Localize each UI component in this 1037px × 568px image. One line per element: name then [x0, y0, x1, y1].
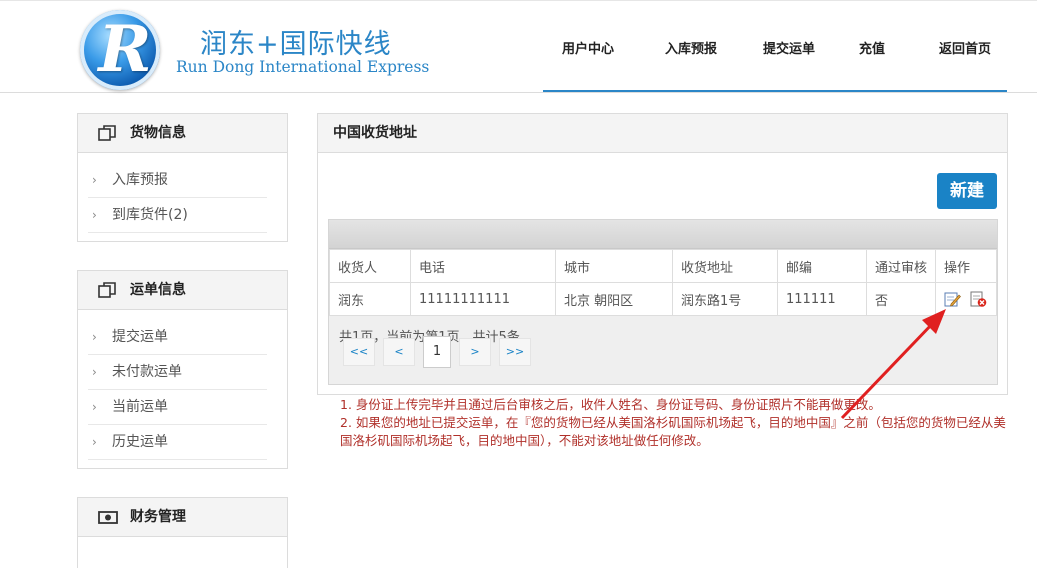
- sidebar-item-arrived[interactable]: › 到库货件(2): [88, 198, 267, 233]
- column-header: 收货人: [329, 249, 411, 283]
- sidebar-waybill-header: 运单信息: [78, 271, 287, 310]
- sidebar-item-unpaid[interactable]: › 未付款运单: [88, 355, 267, 390]
- address-table: 收货人 电话 城市 收货地址 邮编 通过审核 操作 润东 11111111111…: [329, 249, 997, 316]
- sidebar-finance-title: 财务管理: [130, 509, 186, 525]
- column-header: 操作: [935, 249, 997, 283]
- table-header-row: 收货人 电话 城市 收货地址 邮编 通过审核 操作: [329, 249, 997, 283]
- address-panel: 中国收货地址 新建 收货人 电话 城市 收货地址 邮编 通过审核 操作 润东 1…: [317, 113, 1008, 395]
- sidebar-item-submit-waybill[interactable]: › 提交运单: [88, 320, 267, 355]
- nav-recharge[interactable]: 充值: [847, 6, 897, 92]
- sidebar-item-label: 当前运单: [112, 399, 168, 415]
- nav-submit-waybill[interactable]: 提交运单: [749, 6, 829, 92]
- table-row: 润东 11111111111 北京 朝阳区 润东路1号 111111 否: [329, 282, 997, 316]
- copy-icon: [98, 282, 116, 298]
- sidebar-item-history[interactable]: › 历史运单: [88, 425, 267, 460]
- column-header: 城市: [555, 249, 673, 283]
- cell-name: 润东: [329, 282, 411, 316]
- brand-name-cn: 润东+国际快线: [200, 29, 392, 60]
- sidebar-finance-header: 财务管理: [78, 498, 287, 537]
- nav-user-center[interactable]: 用户中心: [553, 6, 623, 92]
- column-header: 电话: [410, 249, 556, 283]
- edit-icon[interactable]: [944, 291, 961, 307]
- table-toolbar: [329, 220, 997, 249]
- pagination-area: 共1页，当前为第1页，共计5条 << < 1 > >>: [329, 316, 997, 380]
- chevron-right-icon: ›: [92, 400, 97, 414]
- sidebar-finance: 财务管理: [77, 497, 288, 568]
- column-header: 收货地址: [672, 249, 778, 283]
- sidebar-item-current[interactable]: › 当前运单: [88, 390, 267, 425]
- sidebar-item-label: 提交运单: [112, 329, 168, 345]
- chevron-right-icon: ›: [92, 173, 97, 187]
- nav-active-underline: [543, 90, 1007, 92]
- nav-home[interactable]: 返回首页: [925, 6, 1005, 92]
- sidebar-goods: 货物信息 › 入库预报 › 到库货件(2): [77, 113, 288, 242]
- page-prev-button[interactable]: <: [383, 338, 415, 366]
- page-first-button[interactable]: <<: [343, 338, 375, 366]
- page-last-button[interactable]: >>: [499, 338, 531, 366]
- cell-zip: 111111: [777, 282, 867, 316]
- sidebar-waybill: 运单信息 › 提交运单 › 未付款运单 › 当前运单 › 历史运单: [77, 270, 288, 469]
- cell-phone: 11111111111: [410, 282, 556, 316]
- cell-actions: [935, 282, 997, 316]
- money-icon: [98, 511, 118, 524]
- sidebar-item-label: 未付款运单: [112, 364, 182, 380]
- chevron-right-icon: ›: [92, 330, 97, 344]
- chevron-right-icon: ›: [92, 365, 97, 379]
- new-address-button[interactable]: 新建: [937, 173, 997, 209]
- note-1: 1. 身份证上传完毕并且通过后台审核之后，收件人姓名、身份证号码、身份证照片不能…: [340, 397, 881, 412]
- column-header: 邮编: [777, 249, 867, 283]
- nav-inbound-forecast[interactable]: 入库预报: [651, 6, 731, 92]
- copy-icon: [98, 125, 116, 141]
- column-header: 通过审核: [865, 249, 937, 283]
- logo-letter: R: [98, 12, 152, 87]
- cell-address: 润东路1号: [672, 282, 778, 316]
- sidebar-item-label: 历史运单: [112, 434, 168, 450]
- sidebar-item-label: 入库预报: [112, 172, 168, 188]
- sidebar-goods-header: 货物信息: [78, 114, 287, 153]
- cell-approved: 否: [865, 282, 937, 316]
- delete-icon[interactable]: [970, 291, 987, 307]
- page-current[interactable]: 1: [423, 336, 451, 368]
- header-divider: [0, 92, 1037, 93]
- chevron-right-icon: ›: [92, 435, 97, 449]
- pagination: << < 1 > >>: [343, 336, 531, 368]
- note-2: 2. 如果您的地址已提交运单，在『您的货物已经从美国洛杉矶国际机场起飞，目的地中…: [340, 415, 1006, 448]
- page-next-button[interactable]: >: [459, 338, 491, 366]
- panel-title: 中国收货地址: [318, 114, 1007, 153]
- brand-name-en: Run Dong International Express: [176, 58, 430, 76]
- notes: 1. 身份证上传完毕并且通过后台审核之后，收件人姓名、身份证号码、身份证照片不能…: [340, 396, 1010, 450]
- sidebar-waybill-title: 运单信息: [130, 282, 186, 298]
- cell-city: 北京 朝阳区: [555, 282, 673, 316]
- sidebar-item-inbound[interactable]: › 入库预报: [88, 163, 267, 198]
- address-table-wrap: 收货人 电话 城市 收货地址 邮编 通过审核 操作 润东 11111111111…: [328, 219, 998, 385]
- sidebar-goods-title: 货物信息: [130, 125, 186, 141]
- sidebar-item-label: 到库货件(2): [112, 207, 188, 223]
- chevron-right-icon: ›: [92, 208, 97, 222]
